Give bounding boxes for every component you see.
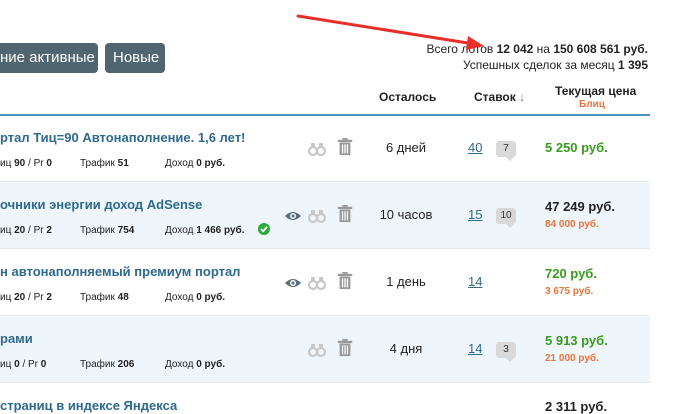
total-lots-count: 12 042 — [496, 42, 534, 56]
lot-title-link[interactable]: очники энергии доход AdSense — [0, 197, 202, 212]
table-row[interactable]: н автонаполняемый премиум портал иц 20 /… — [0, 250, 650, 316]
month-prefix: Успешных сделок за месяц — [462, 58, 615, 72]
filter-new-button[interactable]: Новые — [105, 43, 165, 73]
eye-icon[interactable] — [284, 274, 302, 292]
annotation-arrow-icon — [296, 14, 484, 50]
table-row[interactable]: рами иц 0 / Pr 0 Трафик 206 Доход 0 руб.… — [0, 317, 650, 383]
lot-traffic: Трафик 48 — [80, 292, 129, 303]
lot-bids-link[interactable]: 40 — [468, 140, 482, 155]
lot-remaining: 1 день — [386, 274, 426, 289]
lot-traffic: Трафик 754 — [80, 225, 135, 236]
binoculars-icon[interactable] — [308, 140, 326, 158]
eye-icon[interactable] — [284, 207, 302, 225]
binoculars-icon[interactable] — [308, 274, 326, 292]
table-row[interactable]: очники энергии доход AdSense иц 20 / Pr … — [0, 183, 650, 249]
lot-blitz-price: 84 000 руб. — [545, 219, 599, 230]
lot-title-link[interactable]: ртал Тиц=90 Автонаполнение. 1,6 лет! — [0, 130, 245, 145]
binoculars-icon[interactable] — [308, 207, 326, 225]
lot-price: 47 249 руб. — [545, 199, 616, 214]
month-deals-count: 1 395 — [617, 58, 648, 72]
monthly-deals-stat: Успешных сделок за месяц 1 395 — [463, 58, 648, 72]
lot-remaining: 6 дней — [385, 140, 427, 155]
lot-bids-link[interactable]: 14 — [468, 274, 482, 289]
lot-title-link[interactable]: страниц в индексе Яндекса — [0, 398, 177, 413]
lot-income: Доход 0 руб. — [165, 158, 226, 169]
lot-title-link[interactable]: н автонаполняемый премиум портал — [0, 264, 240, 279]
verified-check-icon — [258, 223, 270, 235]
lot-price: 720 руб. — [545, 266, 597, 281]
lot-tic-pr: иц 20 / Pr 2 — [0, 292, 52, 303]
lot-blitz-price: 21 000 руб. — [545, 353, 599, 364]
lot-blitz-price: 3 675 руб. — [545, 286, 594, 297]
trash-icon[interactable] — [336, 205, 354, 223]
lot-tic-pr: иц 90 / Pr 0 — [0, 158, 52, 169]
lot-income: Доход 0 руб. — [165, 292, 226, 303]
comment-count-badge[interactable]: 3 — [496, 342, 516, 362]
lot-traffic: Трафик 206 — [80, 359, 135, 370]
lot-price: 2 311 руб. — [545, 399, 608, 414]
lot-remaining: 4 дня — [389, 341, 423, 356]
lot-income: Доход 1 466 руб. — [165, 225, 245, 236]
total-lots-sum: 150 608 561 руб. — [553, 42, 648, 56]
binoculars-icon[interactable] — [308, 341, 326, 359]
trash-icon[interactable] — [336, 272, 354, 290]
lot-income: Доход 0 руб. — [165, 359, 226, 370]
trash-icon[interactable] — [336, 138, 354, 156]
header-blitz: Блиц — [579, 99, 605, 110]
lot-tic-pr: иц 0 / Pr 0 — [0, 359, 47, 370]
sort-arrow-icon[interactable]: ↓ — [519, 90, 525, 104]
comment-count-badge[interactable]: 10 — [496, 208, 516, 228]
lot-remaining: 10 часов — [379, 207, 433, 222]
total-mid: на — [536, 42, 550, 56]
filter-active-button[interactable]: ние активные — [0, 43, 98, 73]
trash-icon[interactable] — [336, 339, 354, 357]
lot-traffic: Трафик 51 — [80, 158, 129, 169]
header-bids[interactable]: Ставок ↓ — [474, 90, 525, 104]
table-row[interactable]: ртал Тиц=90 Автонаполнение. 1,6 лет! иц … — [0, 116, 650, 182]
header-price[interactable]: Текущая цена — [555, 84, 636, 98]
lot-bids-link[interactable]: 14 — [468, 341, 482, 356]
header-bids-label: Ставок — [474, 90, 516, 104]
lot-price: 5 913 руб. — [545, 333, 608, 348]
lot-tic-pr: иц 20 / Pr 2 — [0, 225, 52, 236]
table-row[interactable]: страниц в индексе Яндекса 2 311 руб. — [0, 384, 650, 414]
lot-title-link[interactable]: рами — [0, 331, 33, 346]
lot-bids-link[interactable]: 15 — [468, 207, 482, 222]
header-remaining[interactable]: Осталось — [379, 90, 436, 104]
comment-count-badge[interactable]: 7 — [496, 141, 516, 161]
lot-price: 5 250 руб. — [545, 140, 608, 155]
